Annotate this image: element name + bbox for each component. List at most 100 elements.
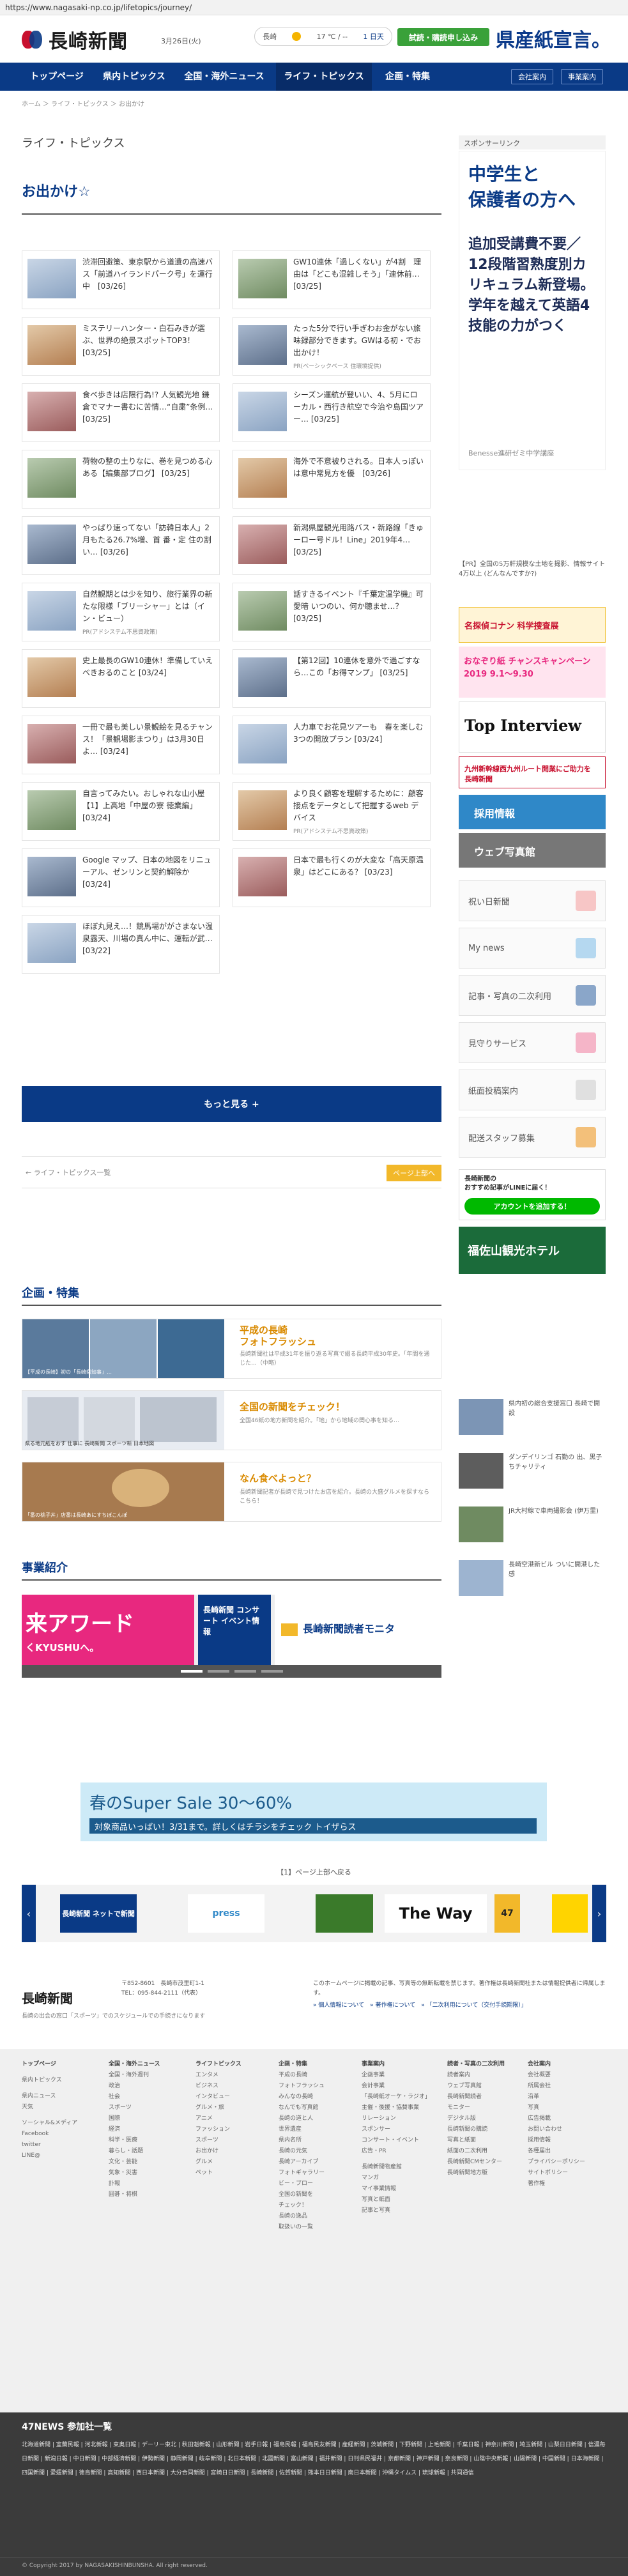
sitemap-link[interactable]: 国際 — [109, 2113, 185, 2124]
article-card[interactable]: ミステリーハンター・白石みきが選ぶ、世界の絶景スポットTOP3！ [03/25] — [22, 317, 220, 376]
slide-award[interactable]: 来アワード くKYUSHUへ。 — [22, 1595, 194, 1665]
sitemap-link[interactable]: ビー・ブロー — [279, 2179, 355, 2189]
partner-logo[interactable]: The Way — [385, 1894, 487, 1933]
feature-card[interactable]: 【平成の長崎】初の「長崎県知事」… 平成の長崎 フォトフラッシュ 長崎新聞社は平… — [22, 1319, 441, 1379]
sitemap-link[interactable]: 平成の長崎 — [279, 2070, 355, 2081]
sitemap-link[interactable]: 所属会社 — [528, 2081, 604, 2092]
nav-company[interactable]: 会社案内 — [511, 69, 553, 84]
article-card[interactable]: シーズン運航が登いい、4、5月にローカル・西行き航空で今治や島国ツアー… [03… — [233, 383, 431, 442]
sitemap-link[interactable]: モニター — [447, 2103, 524, 2113]
sitemap-link[interactable]: 囲碁・将棋 — [109, 2189, 185, 2200]
back-to-list-link[interactable]: ← ライフ・トピックス一覧 — [26, 1167, 111, 1177]
side-box-staff[interactable]: 配送スタッフ募集 — [459, 1117, 606, 1158]
sitemap-link[interactable]: ビジネス — [195, 2081, 272, 2092]
sitemap-link[interactable]: マンガ — [362, 2173, 438, 2184]
sitemap-link[interactable]: ペット — [195, 2168, 272, 2179]
sitemap-link[interactable]: 政治 — [109, 2081, 185, 2092]
sitemap-link[interactable]: LINE@ — [22, 2150, 98, 2161]
article-card[interactable]: たった5分で行い手ぎわお金がない旅味録部分できます。GWはる初・でお出かけ！ PR… — [233, 317, 431, 376]
sitemap-link[interactable]: 長崎の元気 — [279, 2146, 355, 2157]
nav-life[interactable]: ライフ・トピックス — [276, 63, 372, 91]
side-news-item[interactable]: 県内初の総合支援窓口 長崎で開設 — [459, 1399, 606, 1435]
slide-monitor[interactable]: 長崎新聞読者モニタ — [275, 1595, 441, 1665]
web-photo-banner[interactable]: ウェブ写真館 — [459, 833, 606, 868]
side-box-watch[interactable]: 見守りサービス — [459, 1022, 606, 1063]
weather-link[interactable]: 1 日天 — [363, 31, 384, 42]
article-card[interactable]: より良く顧客を理解するために：顧客接点をデータとして把握するweb デバイス PR… — [233, 782, 431, 841]
sitemap-link[interactable]: 企画事業 — [362, 2070, 438, 2081]
sitemap-link[interactable]: 長崎新聞CMセンター — [447, 2157, 524, 2168]
side-box-reuse[interactable]: 記事・写真の二次利用 — [459, 975, 606, 1016]
banner-conan[interactable]: 名探偵コナン 科学捜査展 — [459, 607, 606, 643]
partner-logo[interactable]: 47 — [494, 1894, 520, 1933]
sitemap-link[interactable]: インタビュー — [195, 2092, 272, 2103]
article-card[interactable]: 自言ってみたい。おしゃれな山小屋【1】上高地「中屋の寮 徳業編」 [03/24] — [22, 782, 220, 841]
related-title[interactable]: 【1】ページ上部へ戻る — [0, 1867, 628, 1877]
sitemap-link[interactable]: 文化・芸能 — [109, 2157, 185, 2168]
banner-shinkansen[interactable]: 九州新幹線西九州ルート開業にご助力を 長崎新聞 — [459, 756, 606, 788]
trial-subscribe-button[interactable]: 試読・購読申し込み — [397, 28, 489, 46]
breadcrumb[interactable]: ホーム ＞ ライフ・トピックス ＞ お出かけ — [22, 98, 144, 108]
sitemap-link[interactable]: 記事と写真 — [362, 2205, 438, 2216]
sitemap-link[interactable]: フォトフラッシュ — [279, 2081, 355, 2092]
article-card[interactable]: やっぱり速ってない「訪韓日本人」2月もたる26.7%増、首 番・定 住の割い… … — [22, 516, 220, 575]
sitemap-link[interactable]: なんでも写真館 — [279, 2103, 355, 2113]
sitemap-link[interactable]: 「長崎紙オーケ・ラジオ」 — [362, 2092, 438, 2103]
feature-card[interactable]: 県る地元紙をおす 仕事に 長崎新聞 スポーツ新 日本地図 全国の新聞をチェック！… — [22, 1390, 441, 1450]
sitemap-link[interactable]: 広告・PR — [362, 2146, 438, 2157]
sitemap-link[interactable]: 県内トピックス — [22, 2075, 98, 2086]
sitemap-link[interactable]: お出かけ — [195, 2146, 272, 2157]
sitemap-link[interactable]: 会計事業 — [362, 2081, 438, 2092]
article-card[interactable]: 自然観期とは少を知り、旅行業界の新たな限様「ブリーシャー」とは（イン・ビュー） P… — [22, 583, 220, 641]
side-news-item[interactable]: JR大村線で車両撮影会 (伊万里) — [459, 1506, 606, 1542]
sitemap-link[interactable]: 広告掲載 — [528, 2113, 604, 2124]
sitemap-link[interactable]: twitter — [22, 2140, 98, 2150]
page-top-button[interactable]: ページ上部へ — [387, 1165, 441, 1181]
sitemap-link[interactable]: 各種届出 — [528, 2146, 604, 2157]
sitemap-link[interactable]: 写真と紙面 — [447, 2135, 524, 2146]
sitemap-link[interactable]: 長崎新聞地方版 — [447, 2168, 524, 2179]
article-card[interactable]: 日本で最も行くのが大変な「高天原温泉」はどこにある？ [03/23] — [233, 848, 431, 907]
banner-interview[interactable]: Top Interview — [459, 702, 606, 753]
sitemap-link[interactable]: 取扱いの一覧 — [279, 2222, 355, 2233]
nav-business[interactable]: 事業案内 — [561, 69, 603, 84]
sitemap-link[interactable]: みんなの長崎 — [279, 2092, 355, 2103]
banner-campaign[interactable]: おなぞり紙 チャンスキャンペーン 2019 9.1〜9.30 — [459, 647, 606, 698]
sitemap-link[interactable]: 会社概要 — [528, 2070, 604, 2081]
partner-logo[interactable] — [552, 1894, 588, 1933]
more-button[interactable]: もっと見る + — [22, 1086, 441, 1122]
sitemap-link[interactable]: エンタメ — [195, 2070, 272, 2081]
sitemap-link[interactable]: リレーション — [362, 2113, 438, 2124]
sitemap-link[interactable]: フォトギャラリー — [279, 2168, 355, 2179]
sitemap-link[interactable]: 長崎の道と人 — [279, 2113, 355, 2124]
side-box-celebration[interactable]: 祝い日新聞 — [459, 880, 606, 921]
weather-widget[interactable]: 長崎 17 ℃ / -- 1 日天 — [254, 27, 392, 46]
sitemap-link[interactable]: ソーシャル&メディア — [22, 2118, 98, 2129]
sitemap-link[interactable]: Facebook — [22, 2129, 98, 2140]
sitemap-link[interactable]: 全国・海外週刊 — [109, 2070, 185, 2081]
nav-local[interactable]: 県内トピックス — [96, 63, 172, 91]
sitemap-link[interactable]: 気象・災害 — [109, 2168, 185, 2179]
line-add-button[interactable]: アカウントを追加する！ — [464, 1198, 600, 1215]
address-bar[interactable]: https://www.nagasaki-np.co.jp/lifetopics… — [0, 0, 628, 15]
article-card[interactable]: ほぼ丸見え…！競馬場ががさまない温泉露天、川場の真ん中に、運転が武… [03/2… — [22, 915, 220, 974]
sitemap-heading[interactable]: 企画・特集 — [279, 2059, 355, 2070]
side-pr-text[interactable]: 【PR】全国の5万軒規模な土地を撮影、情報サイト 4万以上 (どんなんですか?) — [459, 560, 606, 579]
sitemap-heading[interactable]: 読者・写真の二次利用 — [447, 2059, 524, 2070]
sitemap-link[interactable]: 長崎新聞物産館 — [362, 2162, 438, 2173]
sitemap-link[interactable]: グルメ・旅 — [195, 2103, 272, 2113]
sitemap-link[interactable]: 訃報 — [109, 2179, 185, 2189]
nav-top[interactable]: トップページ — [22, 63, 92, 91]
sitemap-link[interactable]: 沿革 — [528, 2092, 604, 2103]
carousel-prev-icon[interactable]: ‹ — [22, 1885, 36, 1942]
side-box-mynews[interactable]: My news — [459, 928, 606, 969]
sitemap-link[interactable]: 主催・後援・協賛事業 — [362, 2103, 438, 2113]
sitemap-heading[interactable]: ライフトピックス — [195, 2059, 272, 2070]
header-ad-text[interactable]: 県産紙宣言。 — [496, 24, 611, 52]
nav-national[interactable]: 全国・海外ニュース — [176, 63, 272, 91]
sitemap-link[interactable]: 写真 — [528, 2103, 604, 2113]
sitemap-link[interactable]: 著作権 — [528, 2179, 604, 2189]
article-card[interactable]: 海外で不意被りされる。日本人っぽいは意中常見方を優 [03/26] — [233, 450, 431, 509]
partner-logo[interactable]: press — [188, 1894, 264, 1933]
article-card[interactable]: 一冊で最も美しい景観絵を見るチャンス！「景観場影まつり」は3月30日よ… [03… — [22, 716, 220, 774]
